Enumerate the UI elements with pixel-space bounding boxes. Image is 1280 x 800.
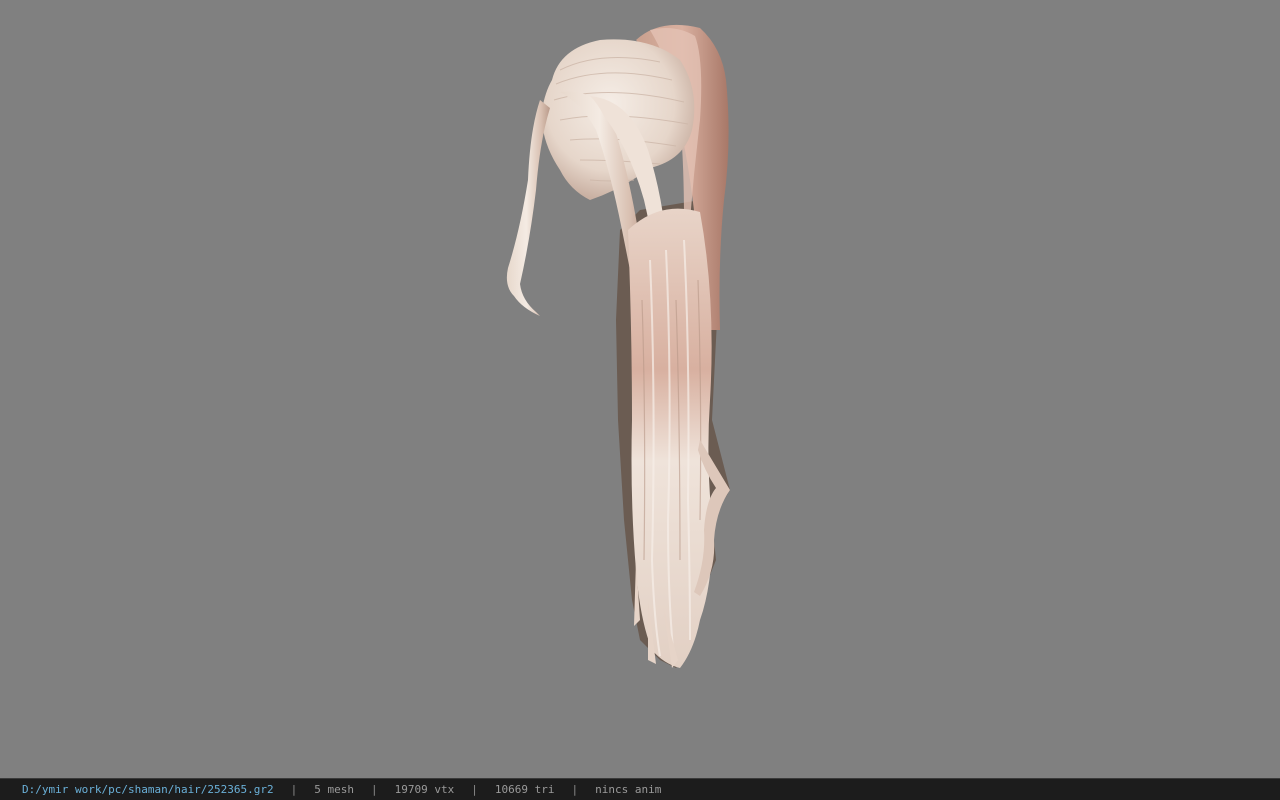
separator: | xyxy=(571,783,579,796)
hair-model-render[interactable] xyxy=(0,0,1280,778)
left-side-lock xyxy=(506,100,550,316)
mesh-count: 5 mesh xyxy=(314,783,355,796)
3d-viewport[interactable] xyxy=(0,0,1280,778)
separator: | xyxy=(471,783,478,796)
triangle-count: 10669 tri xyxy=(494,783,555,796)
vertex-count: 19709 vtx xyxy=(394,783,455,796)
separator: | xyxy=(290,783,298,796)
separator: | xyxy=(371,783,378,796)
status-bar: D:/ymir work/pc/shaman/hair/252365.gr2 |… xyxy=(0,778,1280,800)
anim-status: nincs anim xyxy=(595,783,662,796)
file-path: D:/ymir work/pc/shaman/hair/252365.gr2 xyxy=(22,783,274,796)
